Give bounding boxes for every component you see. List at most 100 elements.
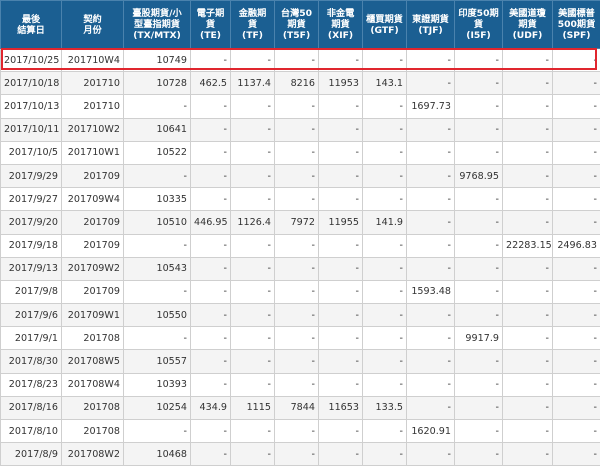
table-cell: 201708W2 (62, 443, 124, 466)
table-cell: - (191, 304, 231, 327)
table-cell: 2017/8/23 (1, 373, 62, 396)
table-cell: 1697.73 (407, 95, 455, 118)
table-cell: - (275, 95, 319, 118)
table-row: 2017/9/18201709--------22283.152496.83 (1, 234, 600, 257)
table-cell: 2017/9/13 (1, 257, 62, 280)
table-cell: 2017/9/20 (1, 211, 62, 234)
table-cell: 22283.15 (503, 234, 553, 257)
column-header-text: 金融期 (239, 8, 267, 19)
table-cell: 2017/10/11 (1, 118, 62, 141)
table-cell: 2017/8/9 (1, 443, 62, 466)
table-cell: - (455, 72, 503, 95)
table-cell: 7972 (275, 211, 319, 234)
table-cell: - (553, 420, 600, 443)
table-cell: - (319, 350, 363, 373)
table-cell: 11653 (319, 396, 363, 419)
column-header: 台灣50期貨(T5F) (275, 1, 319, 49)
table-cell: 1620.91 (407, 420, 455, 443)
table-cell: - (191, 95, 231, 118)
table-cell: - (455, 141, 503, 164)
table-cell: - (503, 373, 553, 396)
table-cell: - (455, 188, 503, 211)
column-header-text: (T5F) (283, 30, 310, 41)
table-cell: - (455, 211, 503, 234)
table-cell: 2017/10/5 (1, 141, 62, 164)
table-cell: - (363, 350, 407, 373)
table-row: 2017/10/1820171010728462.51137.482161195… (1, 72, 600, 95)
table-cell: - (363, 118, 407, 141)
column-header-text: 最後 (22, 14, 40, 25)
table-cell: - (503, 118, 553, 141)
table-row: 2017/8/10201708------1620.91--- (1, 420, 600, 443)
table-cell: 141.9 (363, 211, 407, 234)
table-cell: - (275, 49, 319, 72)
table-cell: 2017/9/18 (1, 234, 62, 257)
table-cell: - (231, 164, 275, 187)
column-header: 印度50期貨(I5F) (455, 1, 503, 49)
table-cell: 201708W5 (62, 350, 124, 373)
column-header-text: 美國道瓊 (509, 8, 546, 19)
table-cell: - (503, 443, 553, 466)
column-header-text: 500期貨 (558, 19, 596, 30)
table-cell: - (407, 49, 455, 72)
table-cell: 446.95 (191, 211, 231, 234)
table-cell: - (407, 327, 455, 350)
table-cell: - (503, 327, 553, 350)
table-cell: 9917.9 (455, 327, 503, 350)
table-cell: - (124, 420, 191, 443)
table-cell: - (503, 396, 553, 419)
table-cell: 2017/9/6 (1, 304, 62, 327)
table-cell: 462.5 (191, 72, 231, 95)
table-cell: 2017/10/18 (1, 72, 62, 95)
table-cell: 2496.83 (553, 234, 600, 257)
table-cell: - (363, 95, 407, 118)
table-cell: 10510 (124, 211, 191, 234)
table-cell: - (319, 95, 363, 118)
table-row: 2017/10/11201710W210641--------- (1, 118, 600, 141)
table-cell: - (407, 164, 455, 187)
table-cell: - (503, 304, 553, 327)
table-cell: - (191, 141, 231, 164)
column-header-text: (TX/MTX) (133, 30, 181, 41)
table-cell: 2017/10/13 (1, 95, 62, 118)
table-row: 2017/8/1620170810254434.9111578441165313… (1, 396, 600, 419)
table-cell: - (455, 443, 503, 466)
table-cell: - (275, 257, 319, 280)
table-cell: - (553, 118, 600, 141)
table-cell: 201710 (62, 72, 124, 95)
table-cell: - (319, 304, 363, 327)
table-cell: 10641 (124, 118, 191, 141)
column-header-text: 櫃買期貨 (366, 14, 403, 25)
table-cell: 2017/8/10 (1, 420, 62, 443)
column-header: 櫃買期貨(GTF) (363, 1, 407, 49)
table-cell: - (231, 49, 275, 72)
column-header-text: 契約 (83, 14, 101, 25)
column-header-text: (XIF) (328, 30, 353, 41)
table-cell: 2017/9/1 (1, 327, 62, 350)
settlement-table: 最後結算日契約月份臺股期貨/小型臺指期貨(TX/MTX)電子期貨(TE)金融期貨… (0, 0, 600, 466)
table-cell: - (363, 327, 407, 350)
table-cell: - (407, 118, 455, 141)
table-cell: 201709W4 (62, 188, 124, 211)
table-cell: - (407, 72, 455, 95)
table-cell: - (275, 280, 319, 303)
table-cell: - (503, 257, 553, 280)
table-cell: 10468 (124, 443, 191, 466)
table-cell: 10728 (124, 72, 191, 95)
table-cell: - (319, 280, 363, 303)
table-cell: - (553, 211, 600, 234)
table-cell: - (124, 95, 191, 118)
table-cell: - (275, 327, 319, 350)
table-cell: 1593.48 (407, 280, 455, 303)
table-cell: - (553, 396, 600, 419)
table-cell: - (503, 49, 553, 72)
table-cell: - (231, 234, 275, 257)
table-cell: 201709W1 (62, 304, 124, 327)
table-cell: - (319, 188, 363, 211)
table-cell: 201708W4 (62, 373, 124, 396)
table-cell: - (275, 234, 319, 257)
table-cell: - (231, 304, 275, 327)
table-cell: - (275, 188, 319, 211)
table-cell: - (363, 443, 407, 466)
table-cell: - (319, 164, 363, 187)
